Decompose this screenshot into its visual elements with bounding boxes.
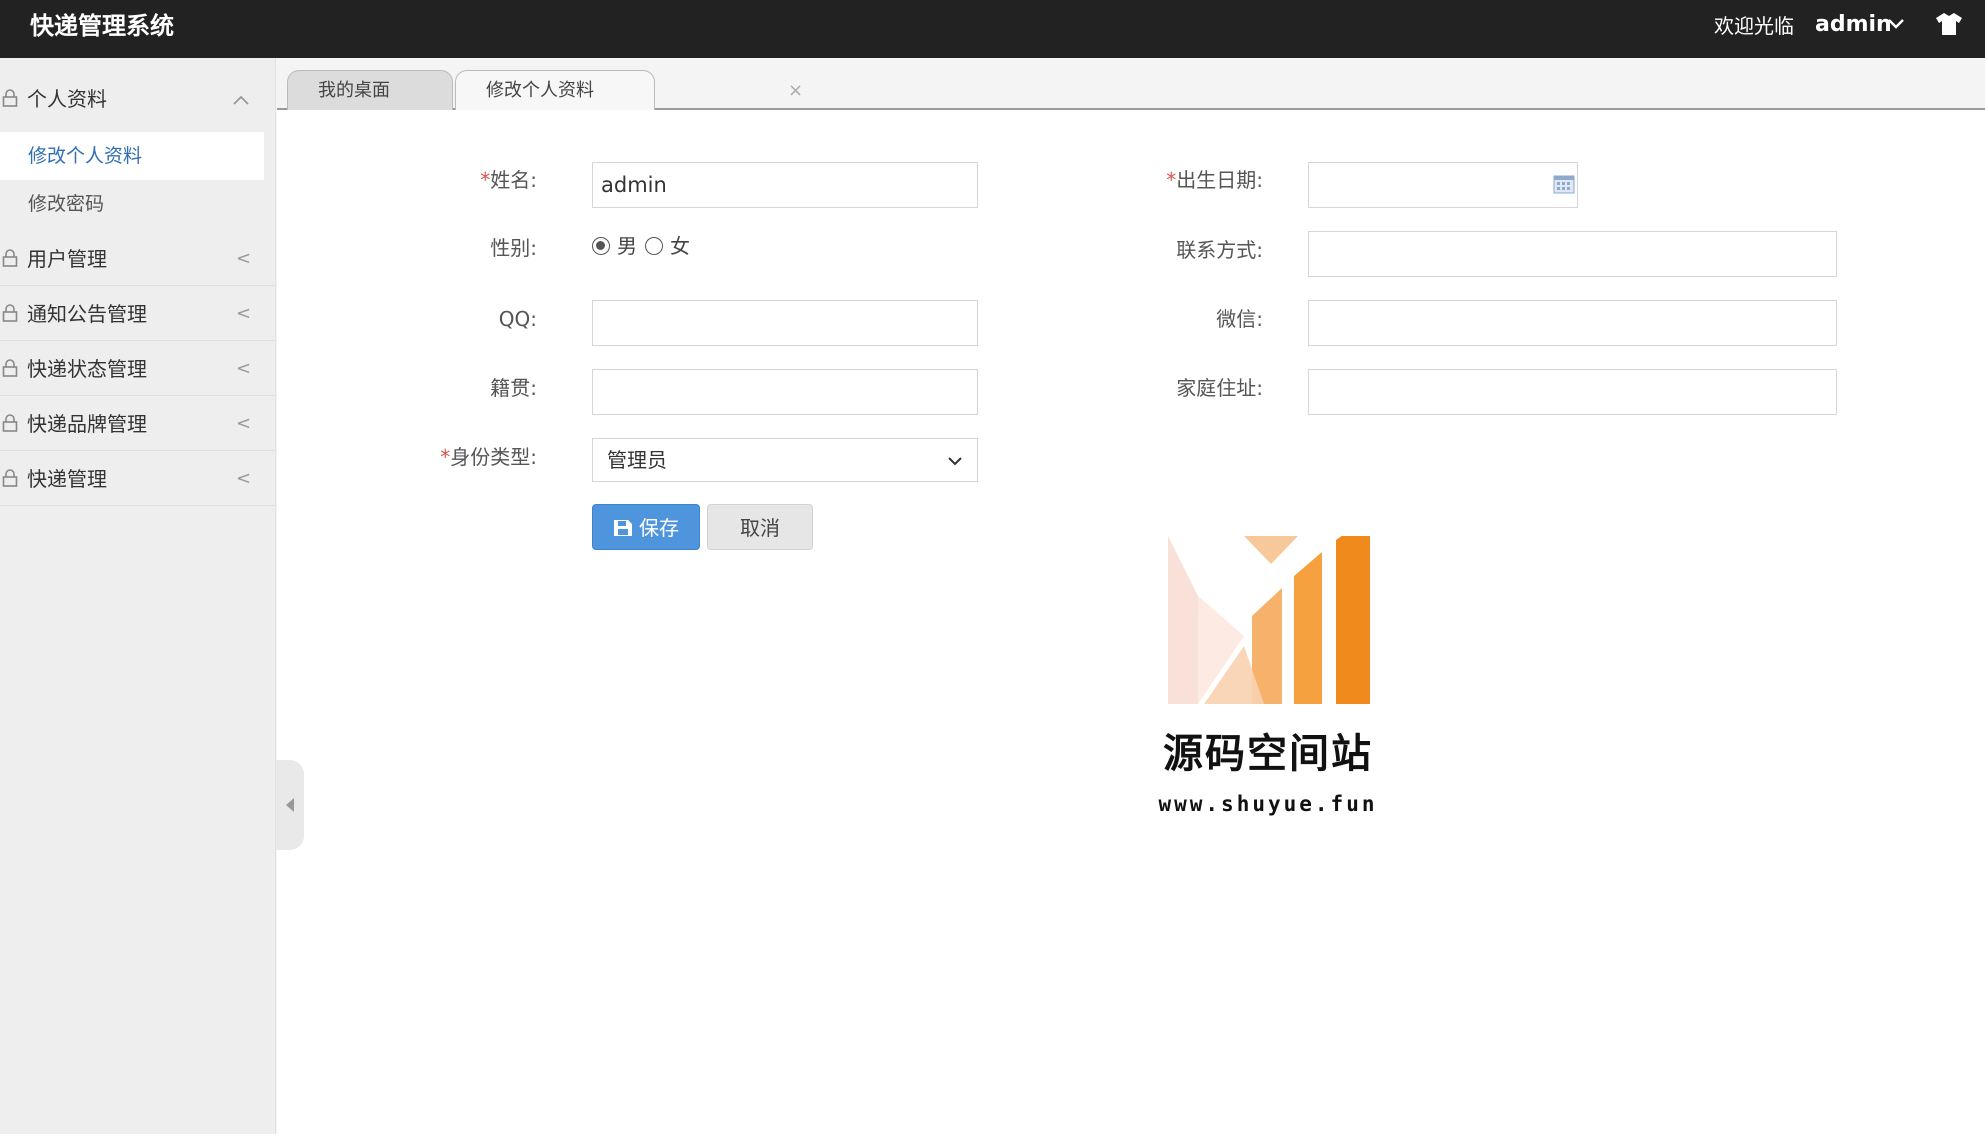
sidebar-group-notices[interactable]: 通知公告管理 < (0, 287, 276, 341)
sidebar-group-label: 用户管理 (27, 247, 107, 271)
sidebar-group-delivery-status[interactable]: 快递状态管理 < (0, 342, 276, 396)
gender-radio-male[interactable] (592, 237, 610, 255)
address-input[interactable] (1308, 369, 1837, 415)
top-bar: 快递管理系统 欢迎光临 admin (0, 0, 1985, 58)
lock-icon (2, 414, 18, 432)
native-place-input[interactable] (592, 369, 978, 415)
gender-male-label: 男 (617, 234, 637, 258)
birthday-label: *出生日期: (1166, 168, 1263, 192)
chevron-down-icon (948, 457, 962, 466)
wechat-label: 微信: (1216, 307, 1263, 331)
identity-select[interactable]: 管理员 (592, 438, 978, 482)
caret-left-icon (286, 798, 294, 812)
tab-label: 修改个人资料 (486, 80, 594, 101)
cancel-button[interactable]: 取消 (707, 504, 813, 550)
sidebar-group-label: 个人资料 (27, 87, 107, 111)
sidebar-item-label: 修改个人资料 (28, 145, 143, 167)
chevron-left-icon: < (236, 303, 252, 324)
qq-input[interactable] (592, 300, 978, 346)
name-input[interactable] (592, 162, 978, 208)
sidebar-group-profile[interactable]: 个人资料 (0, 72, 276, 126)
address-label: 家庭住址: (1176, 376, 1263, 400)
welcome-text: 欢迎光临 (1714, 14, 1794, 38)
chevron-down-icon[interactable] (1887, 17, 1905, 31)
watermark-title: 源码空间站 (1163, 731, 1373, 777)
chevron-left-icon: < (236, 468, 252, 489)
chevron-left-icon: < (236, 413, 252, 434)
sidebar-group-brands[interactable]: 快递品牌管理 < (0, 397, 276, 451)
watermark-url: www.shuyue.fun (1158, 792, 1378, 816)
chevron-left-icon: < (236, 248, 252, 269)
sidebar-group-label: 通知公告管理 (27, 302, 147, 326)
contact-input[interactable] (1308, 231, 1837, 277)
sidebar-item-label: 修改密码 (28, 193, 105, 215)
lock-icon (2, 304, 18, 322)
tab-bar: 我的桌面 修改个人资料 × (277, 58, 1985, 110)
save-button-label: 保存 (639, 516, 679, 540)
lock-icon (2, 89, 18, 107)
sidebar: 个人资料 修改个人资料 修改密码 用户管理 < 通知公告管理 < 快递状态管理 … (0, 58, 276, 1134)
tab-my-desktop[interactable]: 我的桌面 (287, 70, 453, 110)
chevron-up-icon (233, 95, 249, 105)
sidebar-group-delivery[interactable]: 快递管理 < (0, 452, 276, 506)
identity-label: *身份类型: (440, 445, 537, 469)
tab-edit-profile[interactable]: 修改个人资料 × (455, 70, 803, 110)
sidebar-item-change-password[interactable]: 修改密码 (0, 180, 264, 228)
user-menu[interactable]: admin (1815, 9, 1892, 41)
sidebar-item-edit-profile[interactable]: 修改个人资料 (0, 132, 264, 180)
lock-icon (2, 469, 18, 487)
close-icon[interactable]: × (788, 79, 803, 103)
sidebar-group-users[interactable]: 用户管理 < (0, 232, 276, 286)
qq-label: QQ: (498, 307, 537, 331)
lock-icon (2, 359, 18, 377)
watermark-logo (1168, 536, 1370, 704)
sidebar-group-label: 快递管理 (27, 467, 107, 491)
gender-label: 性别: (490, 236, 537, 260)
sidebar-group-label: 快递状态管理 (27, 357, 147, 381)
identity-select-value: 管理员 (607, 448, 667, 472)
save-button[interactable]: 保存 (592, 504, 700, 550)
name-label: *姓名: (480, 168, 537, 192)
gender-radio-female[interactable] (645, 237, 663, 255)
native-place-label: 籍贯: (490, 376, 537, 400)
sidebar-group-label: 快递品牌管理 (27, 412, 147, 436)
main-content: *姓名: *出生日期: 性别: 男 女 联系方式: QQ: 微信: 籍贯: 家庭… (277, 110, 1985, 1134)
chevron-left-icon: < (236, 358, 252, 379)
wechat-input[interactable] (1308, 300, 1837, 346)
sidebar-collapse-handle[interactable] (276, 760, 304, 850)
birthday-input[interactable] (1308, 162, 1578, 208)
gender-female-label: 女 (670, 234, 690, 258)
calendar-icon[interactable] (1553, 174, 1575, 194)
tab-label: 我的桌面 (318, 80, 390, 101)
contact-label: 联系方式: (1176, 238, 1263, 262)
lock-icon (2, 249, 18, 267)
save-icon (614, 520, 632, 536)
shirt-icon[interactable] (1935, 12, 1963, 36)
app-title: 快递管理系统 (30, 12, 174, 40)
